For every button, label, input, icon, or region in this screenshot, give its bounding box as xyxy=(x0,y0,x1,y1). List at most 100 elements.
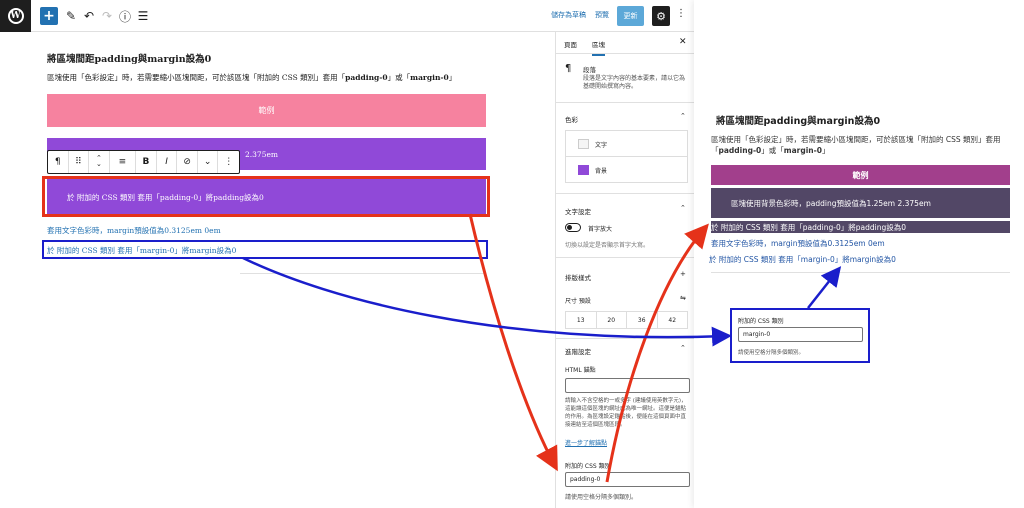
info-icon: ⓘ xyxy=(118,9,131,24)
color-panel-title[interactable]: 色彩 xyxy=(565,114,578,124)
undo-icon: ↶ xyxy=(83,9,95,23)
settings-sidebar: 頁面 區塊 ✕ ¶ 段落 段落是文字內容的基本要素，請以它為基礎開始撰寫內容。 … xyxy=(555,32,695,508)
plus-icon: + xyxy=(43,8,55,24)
tools-button[interactable]: ✎ xyxy=(62,7,80,25)
undo-button[interactable]: ↶ xyxy=(80,7,98,25)
font-size-option[interactable]: 13 xyxy=(566,312,597,328)
block-options-button[interactable]: ⋮ xyxy=(218,151,239,173)
tab-block[interactable]: 區塊 xyxy=(592,39,605,56)
plus-icon[interactable]: + xyxy=(680,270,686,278)
divider xyxy=(556,257,695,258)
list-view-icon: ☰ xyxy=(137,9,149,23)
drag-handle[interactable]: ⠿ xyxy=(69,151,90,173)
bold-button[interactable]: B xyxy=(136,151,157,173)
divider xyxy=(556,193,695,194)
save-draft-button[interactable]: 儲存為草稿 xyxy=(551,10,586,20)
details-button[interactable]: ⓘ xyxy=(116,7,134,25)
class-name-margin: margin-0 xyxy=(783,146,822,156)
html-anchor-input[interactable] xyxy=(565,378,690,393)
advanced-panel-title[interactable]: 進階設定 xyxy=(565,346,591,356)
update-button[interactable]: 更新 xyxy=(617,6,644,26)
class-name-padding: padding-0 xyxy=(718,146,762,156)
font-size-option[interactable]: 42 xyxy=(658,312,688,328)
drop-cap-label: 首字放大 xyxy=(588,226,613,233)
italic-button[interactable]: I xyxy=(157,151,178,173)
preview-button[interactable]: 預覽 xyxy=(595,10,609,20)
preview-margin-zero-paragraph: 於 附加的 CSS 類別 套用「margin-0」將margin設為0 xyxy=(709,255,896,264)
pencil-icon: ✎ xyxy=(65,9,77,23)
html-anchor-label: HTML 錨點 xyxy=(565,367,596,374)
add-block-button[interactable]: + xyxy=(40,7,58,25)
align-left-icon: ≡ xyxy=(118,157,127,167)
link-icon: ⊘ xyxy=(183,157,191,167)
settings-button[interactable]: ⚙ xyxy=(652,6,670,26)
background-color-swatch xyxy=(578,165,589,175)
intro-paragraph[interactable]: 區塊使用「色彩設定」時，若需要縮小區塊間距，可於該區塊「附加的 CSS 類別」套… xyxy=(47,72,487,83)
color-item-background[interactable]: 背景 xyxy=(566,157,687,183)
vertical-ellipsis-icon: ⋮ xyxy=(676,8,686,19)
tab-page[interactable]: 頁面 xyxy=(564,39,577,49)
font-size-settings-icon[interactable]: ⇋ xyxy=(680,294,686,302)
chevron-down-icon: ⌄ xyxy=(96,160,102,168)
align-button[interactable]: ≡ xyxy=(110,151,137,173)
more-rich-text-button[interactable]: ⌄ xyxy=(198,151,219,173)
drop-cap-toggle[interactable] xyxy=(565,223,581,232)
sidebar-tabs: 頁面 區塊 ✕ xyxy=(556,32,695,56)
list-view-button[interactable]: ☰ xyxy=(134,7,152,25)
font-size-picker: 13 20 36 42 xyxy=(565,311,688,329)
link-button[interactable]: ⊘ xyxy=(177,151,198,173)
redo-button[interactable]: ↷ xyxy=(98,7,116,25)
preview-paragraph-part: 」 xyxy=(821,146,830,156)
intro-paragraph-part: 區塊使用「色彩設定」時，若需要縮小區塊間距，可於該區塊「附加的 CSS 類別」套… xyxy=(47,73,346,82)
font-size-label: 尺寸 預設 xyxy=(565,298,591,305)
preview-text-color-paragraph: 套用文字色彩時，margin預設值為0.3125em 0em xyxy=(711,239,885,248)
class-name-margin: margin-0 xyxy=(410,73,449,82)
chevron-up-icon[interactable]: ⌃ xyxy=(680,112,686,120)
typography-panel-title[interactable]: 排版樣式 xyxy=(565,272,591,282)
example-pink-block[interactable]: 範例 xyxy=(47,94,486,127)
chevron-down-icon: ⌄ xyxy=(203,157,212,167)
red-highlight-box xyxy=(42,176,490,217)
color-item-label: 背景 xyxy=(595,168,608,175)
editor-top-toolbar: W + ✎ ↶ ↷ ⓘ ☰ 儲存為草稿 預覽 更新 ⚙ ⋮ xyxy=(0,0,694,32)
css-class-help: 請使用空格分隔多個類別。 xyxy=(565,494,638,501)
blue-highlight-box xyxy=(42,240,488,259)
move-block-buttons[interactable]: ⌃ ⌄ xyxy=(89,151,110,173)
divider xyxy=(556,102,695,103)
color-item-text[interactable]: 文字 xyxy=(566,131,687,157)
paragraph-transform-button[interactable]: ¶ xyxy=(48,151,69,173)
learn-more-anchors-link[interactable]: 進一步了解錨點 xyxy=(565,438,607,447)
close-sidebar-button[interactable]: ✕ xyxy=(679,37,687,47)
screenshot-root: W + ✎ ↶ ↷ ⓘ ☰ 儲存為草稿 預覽 更新 ⚙ ⋮ 將區塊間距paddi… xyxy=(0,0,1024,508)
chevron-up-icon[interactable]: ⌃ xyxy=(680,344,686,352)
post-heading[interactable]: 將區塊間距padding與margin設為0 xyxy=(47,51,211,65)
vertical-ellipsis-icon: ⋮ xyxy=(224,157,234,167)
paragraph-block-icon: ¶ xyxy=(565,63,572,74)
divider xyxy=(556,338,695,339)
callout-css-class-label: 附加的 CSS 類別 xyxy=(738,318,784,325)
options-menu-button[interactable]: ⋮ xyxy=(676,8,686,19)
text-settings-panel-title[interactable]: 文字設定 xyxy=(565,206,591,216)
text-color-margin-paragraph[interactable]: 套用文字色彩時，margin預設值為0.3125em 0em xyxy=(47,225,221,236)
color-settings-list: 文字 背景 xyxy=(565,130,688,183)
preview-padding-zero-block: 於 附加的 CSS 類別 套用「padding-0」將padding設為0 xyxy=(711,221,1010,233)
css-class-label: 附加的 CSS 類別 xyxy=(565,463,611,470)
block-toolbar: ¶ ⠿ ⌃ ⌄ ≡ B I ⊘ ⌄ ⋮ xyxy=(47,150,240,174)
preview-paragraph-part: 」或「 xyxy=(761,146,784,156)
intro-paragraph-part: 」或「 xyxy=(387,73,411,82)
drop-cap-help: 切換以設定是否顯示首字大寫。 xyxy=(565,242,650,249)
chevron-up-icon[interactable]: ⌃ xyxy=(680,204,686,212)
preview-paragraph: 區塊使用「色彩設定」時，若需要縮小區塊間距，可於該區塊「附加的 CSS 類別」套… xyxy=(711,134,1011,157)
separator xyxy=(240,273,486,274)
wordpress-logo[interactable]: W xyxy=(0,0,31,32)
block-card-description: 段落是文字內容的基本要素，請以它為基礎開始撰寫內容。 xyxy=(583,75,686,91)
preview-heading: 將區塊間距padding與margin設為0 xyxy=(716,116,881,127)
callout-css-class-input[interactable]: margin-0 xyxy=(738,327,863,342)
preview-padding-block: 區塊使用背景色彩時，padding預設值為1.25em 2.375em xyxy=(711,188,1010,218)
font-size-option[interactable]: 36 xyxy=(627,312,658,328)
css-class-input[interactable]: padding-0 xyxy=(565,472,690,487)
wordpress-logo-icon: W xyxy=(7,8,24,24)
font-size-option[interactable]: 20 xyxy=(597,312,627,328)
html-anchor-help: 請輸入不含空格的一或多字 (建議使用英數字元)，這能讓這個區塊的網址成為唯一網址… xyxy=(565,398,687,428)
intro-paragraph-part: 」 xyxy=(448,73,457,82)
